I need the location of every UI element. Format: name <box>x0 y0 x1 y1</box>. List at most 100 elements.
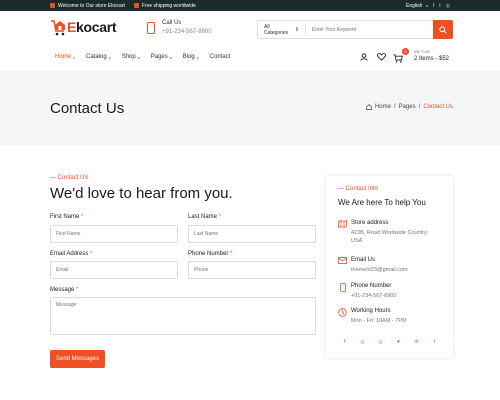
email-us-label: Email Us <box>351 257 376 263</box>
info-email: Email Us themeht23@gmail.com <box>338 257 408 274</box>
home-icon <box>366 104 372 110</box>
info-social-links: f ◎ ◎ ♥ in t <box>342 339 437 345</box>
phone-field[interactable]: Phone <box>188 261 316 279</box>
clock-icon <box>338 308 347 317</box>
search-input[interactable] <box>306 26 433 33</box>
main-nav: Home v Catalog v Shop v Pages v Blog v Contac… <box>0 48 500 71</box>
nav-item-home[interactable]: Home v <box>55 54 75 60</box>
truck-icon <box>133 3 139 8</box>
message-placeholder: Message <box>56 302 77 308</box>
chevron-down-icon: v <box>169 54 172 60</box>
welcome-text: Welcome to Our store Ekocart <box>58 2 125 9</box>
facebook-icon[interactable]: f <box>433 3 434 9</box>
chevron-down-icon: v <box>73 54 76 60</box>
form-kicker: — Contact US <box>50 175 89 181</box>
address-label: Store address <box>351 220 389 226</box>
nav-item-shop[interactable]: Shop v <box>122 54 140 60</box>
send-messages-button[interactable]: Send Messages <box>50 350 105 368</box>
first-name-label: First Name * <box>50 214 84 220</box>
cart-label: My Cart <box>414 49 430 54</box>
nav-item-pages[interactable]: Pages v <box>151 54 172 60</box>
welcome-notice: Welcome to Our store Ekocart <box>50 3 125 9</box>
phone-label: Phone Number * <box>188 251 233 257</box>
linkedin-icon[interactable]: in <box>414 339 419 345</box>
chevron-down-icon: v <box>108 54 111 60</box>
contact-info-card: — Contact Info We Are here To help You S… <box>326 176 453 358</box>
top-bar: Welcome to Our store Ekocart Free shippi… <box>0 0 500 11</box>
category-select[interactable]: All Categories ⇕ <box>258 23 306 36</box>
last-name-placeholder: Last Name <box>194 231 219 237</box>
nav-item-blog[interactable]: Blog v <box>183 54 199 60</box>
search-icon <box>439 25 447 34</box>
search-bar: All Categories ⇕ <box>257 20 453 39</box>
user-icon[interactable] <box>360 53 368 61</box>
logo-text: Ekocart <box>67 19 117 35</box>
chevron-down-icon: v <box>196 54 199 60</box>
nav-item-catalog[interactable]: Catalog v <box>86 54 111 60</box>
breadcrumb-separator: / <box>418 104 421 110</box>
address-line-1: 423B, Road Wordwide Country, <box>351 230 428 236</box>
form-title: We'd love to hear from you. <box>50 185 233 202</box>
instagram-icon[interactable]: ◎ <box>378 339 383 345</box>
twitter-icon[interactable]: t <box>432 339 437 345</box>
breadcrumb-home[interactable]: Home <box>375 104 391 110</box>
info-title: We Are here To help You <box>338 198 426 207</box>
message-label: Message * <box>50 287 79 293</box>
phone-value[interactable]: +91-234-567-8900 <box>351 292 396 300</box>
page-title: Contact Us <box>50 100 125 117</box>
instagram-icon[interactable]: ◎ <box>446 3 450 9</box>
call-us: Call Us +91-234-567-8900 <box>147 20 212 35</box>
cart-summary: 2 Items - $52 <box>414 56 450 62</box>
shipping-notice: Free shipping worldwide <box>133 2 196 9</box>
email-label: Email Address * <box>50 251 93 257</box>
breadcrumb-separator: / <box>393 104 396 110</box>
breadcrumb: Home / Pages / Contact Us <box>366 104 453 110</box>
language-selector[interactable]: English v <box>406 3 428 9</box>
page-hero: Contact Us Home / Pages / Contact Us <box>0 71 500 145</box>
first-name-field[interactable]: First Name <box>50 225 178 243</box>
cart-icon <box>393 54 403 63</box>
phone-placeholder: Phone <box>194 267 209 273</box>
dribbble-icon[interactable]: ◎ <box>360 339 365 345</box>
twitter-icon[interactable]: t <box>439 3 440 9</box>
breadcrumb-pages[interactable]: Pages <box>399 104 416 110</box>
address-line-2: USA <box>351 238 363 244</box>
shipping-text: Free shipping worldwide <box>141 2 196 9</box>
first-name-placeholder: First Name <box>56 231 81 237</box>
phone-icon <box>147 21 155 34</box>
message-textarea[interactable]: Message <box>50 297 316 335</box>
logo[interactable]: Ekocart <box>50 18 117 36</box>
mail-icon <box>338 257 347 266</box>
search-button[interactable] <box>433 20 453 39</box>
facebook-icon[interactable]: f <box>342 339 347 345</box>
last-name-field[interactable]: Last Name <box>188 225 316 243</box>
cart-count-badge: 0 <box>402 48 409 55</box>
phone-number-label: Phone Number <box>351 283 392 289</box>
call-us-title: Call Us <box>162 20 182 26</box>
working-hours-label: Working Hours <box>351 308 391 314</box>
sort-arrows-icon: ⇕ <box>294 26 299 33</box>
breadcrumb-current: Contact Us <box>423 104 453 110</box>
nav-item-contact[interactable]: Contact <box>210 54 231 60</box>
info-phone: Phone Number +91-234-567-8900 <box>338 283 396 300</box>
mini-cart[interactable]: 0 My Cart 2 Items - $52 <box>392 48 450 63</box>
email-placeholder: Email <box>56 267 69 273</box>
heart-icon[interactable] <box>377 53 386 61</box>
header: Ekocart Call Us +91-234-567-8900 All Cat… <box>0 11 500 49</box>
call-us-number: +91-234-567-8900 <box>162 29 212 35</box>
map-icon <box>338 220 347 229</box>
heart-icon[interactable]: ♥ <box>396 339 401 345</box>
chevron-down-icon: v <box>137 54 140 60</box>
last-name-label: Last Name * <box>188 214 222 220</box>
store-icon <box>50 3 55 8</box>
hours-value: Mon - Fri: 10AM - 7PM <box>351 318 407 324</box>
phone-icon <box>338 283 347 292</box>
email-value[interactable]: themeht23@gmail.com <box>351 266 408 274</box>
info-hours: Working Hours Mon - Fri: 10AM - 7PM <box>338 308 407 325</box>
chevron-down-icon: v <box>425 2 428 8</box>
language-label: English <box>406 2 423 9</box>
email-field[interactable]: Email <box>50 261 178 279</box>
cart-logo-icon <box>51 20 65 36</box>
category-label: All Categories <box>264 23 289 36</box>
info-kicker: — Contact Info <box>338 186 379 192</box>
